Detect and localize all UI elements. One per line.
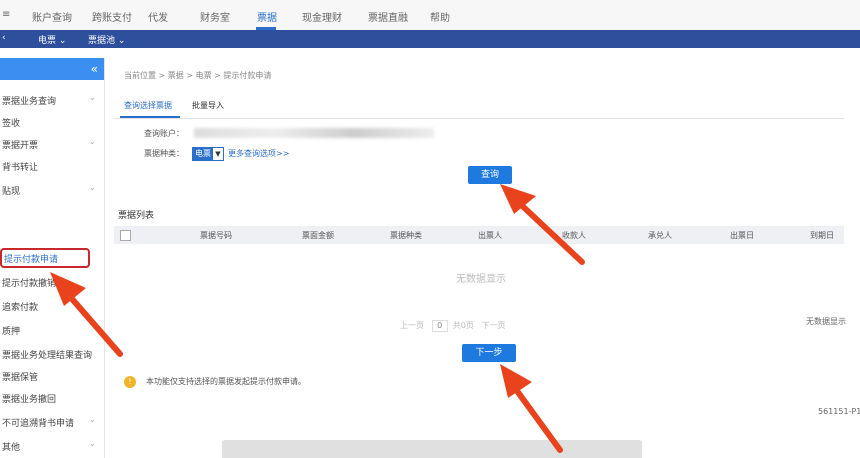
sidebar-item-issue[interactable]: 票据开票 ⌄ bbox=[0, 134, 104, 154]
sidebar-item-custody[interactable]: 票据保管 bbox=[0, 366, 104, 386]
empty-message: 无数据显示 bbox=[456, 274, 506, 285]
chevron-down-icon: ⌄ bbox=[88, 439, 96, 449]
table-title: 票据列表 bbox=[118, 211, 155, 221]
pagination: 上一页 0 共0页 下一页 bbox=[400, 320, 505, 332]
page-input[interactable]: 0 bbox=[431, 320, 448, 332]
column-due-date: 到期日 bbox=[810, 231, 834, 240]
sidebar-item-nonrecourse[interactable]: 不可追溯背书申请 ⌄ bbox=[0, 412, 104, 432]
sidebar: « 票据业务查询 ⌄ 签收 票据开票 ⌄ 背书转让 贴现 ⌄ 提示付款申请 提示付款撤… bbox=[0, 58, 105, 458]
topnav-item-help[interactable]: 帮助 bbox=[430, 9, 450, 24]
more-options-link[interactable]: 更多查询选项>> bbox=[228, 148, 289, 159]
sidebar-item-recourse[interactable]: 追索付款 bbox=[0, 296, 104, 316]
next-step-button[interactable]: 下一步 bbox=[462, 344, 516, 362]
topnav-item-bills[interactable]: 票据 bbox=[257, 9, 277, 24]
topnav-icon[interactable]: ≡ bbox=[2, 9, 10, 20]
prev-page-link[interactable]: 上一页 bbox=[400, 321, 424, 330]
topnav-item-cash[interactable]: 现金理财 bbox=[302, 9, 342, 24]
tab-batch-import[interactable]: 批量导入 bbox=[192, 100, 224, 111]
double-chevron-left-icon[interactable]: « bbox=[91, 62, 98, 76]
subnav-prev-icon[interactable]: ‹ bbox=[2, 33, 6, 43]
sidebar-item-query[interactable]: 票据业务查询 ⌄ bbox=[0, 90, 104, 110]
bottom-overlay-bar bbox=[222, 440, 642, 458]
sidebar-item-other[interactable]: 其他 ⌄ bbox=[0, 436, 104, 456]
sidebar-item-results[interactable]: 票据业务处理结果查询 bbox=[0, 344, 104, 364]
chevron-down-icon: ⌄ bbox=[88, 93, 96, 103]
info-icon: ! bbox=[124, 376, 136, 388]
next-page-link[interactable]: 下一页 bbox=[481, 321, 505, 330]
select-all-checkbox[interactable] bbox=[120, 230, 131, 241]
table-header: 票据号码 票面金额 票据种类 出票人 收款人 承兑人 出票日 到期日 bbox=[114, 226, 844, 244]
sidebar-item-withdraw[interactable]: 票据业务撤回 bbox=[0, 388, 104, 408]
topnav-item-finance[interactable]: 财务室 bbox=[200, 9, 230, 24]
column-payee: 收款人 bbox=[562, 231, 586, 240]
column-drawer: 出票人 bbox=[478, 231, 502, 240]
column-amount: 票面金额 bbox=[302, 231, 334, 240]
sidebar-item-pledge[interactable]: 质押 bbox=[0, 320, 104, 340]
chevron-down-icon: ⌄ bbox=[88, 183, 96, 193]
topnav-item-account[interactable]: 账户查询 bbox=[32, 9, 72, 24]
chevron-down-icon: ▼ bbox=[213, 148, 223, 160]
sidebar-item-payment-cancel[interactable]: 提示付款撤销 bbox=[0, 272, 104, 292]
pager-status: 无数据显示 bbox=[806, 317, 846, 326]
chevron-down-icon: ⌄ bbox=[88, 415, 96, 425]
account-field[interactable] bbox=[194, 128, 434, 138]
column-bill-number: 票据号码 bbox=[200, 231, 232, 240]
footer-code: 561151-P1 bbox=[818, 407, 860, 416]
chevron-down-icon: ⌄ bbox=[88, 137, 96, 147]
column-bill-type: 票据种类 bbox=[390, 231, 422, 240]
sidebar-item-endorse[interactable]: 背书转让 bbox=[0, 156, 104, 176]
topnav-item-payroll[interactable]: 代发 bbox=[148, 9, 168, 24]
column-acceptor: 承兑人 bbox=[648, 231, 672, 240]
sidebar-item-payment-request[interactable]: 提示付款申请 bbox=[0, 248, 90, 268]
topnav-item-bill-finance[interactable]: 票据直融 bbox=[368, 9, 408, 24]
sidebar-item-discount[interactable]: 贴现 ⌄ bbox=[0, 180, 104, 200]
query-button[interactable]: 查询 bbox=[468, 166, 512, 184]
sub-navigation: ‹ 电票 ⌄ 票据池 ⌄ bbox=[0, 30, 860, 48]
tab-query-select[interactable]: 查询选择票据 bbox=[124, 100, 172, 111]
subnav-item-ebill[interactable]: 电票 ⌄ bbox=[38, 33, 66, 46]
sidebar-header: « bbox=[0, 58, 104, 80]
bill-type-select[interactable]: 电票 ▼ bbox=[192, 147, 224, 161]
info-text: 本功能仅支持选择的票据发起提示付款申请。 bbox=[146, 377, 306, 386]
page-total: 共0页 bbox=[452, 321, 474, 330]
topnav-item-transfer[interactable]: 跨账支付 bbox=[92, 9, 132, 24]
column-issue-date: 出票日 bbox=[730, 231, 754, 240]
main-content: 当前位置 > 票据 > 电票 > 提示付款申请 查询选择票据 批量导入 查询账户… bbox=[104, 58, 860, 458]
info-note: ! 本功能仅支持选择的票据发起提示付款申请。 bbox=[124, 376, 306, 388]
account-label: 查询账户： bbox=[144, 129, 184, 138]
top-navigation: ≡ 账户查询 跨账支付 代发 财务室 票据 现金理财 票据直融 帮助 bbox=[0, 0, 860, 31]
breadcrumb: 当前位置 > 票据 > 电票 > 提示付款申请 bbox=[124, 71, 272, 80]
subnav-item-billpool[interactable]: 票据池 ⌄ bbox=[88, 33, 125, 46]
tab-divider bbox=[114, 118, 844, 119]
type-label: 票据种类： bbox=[144, 149, 184, 158]
sidebar-item-sign[interactable]: 签收 bbox=[0, 112, 104, 132]
